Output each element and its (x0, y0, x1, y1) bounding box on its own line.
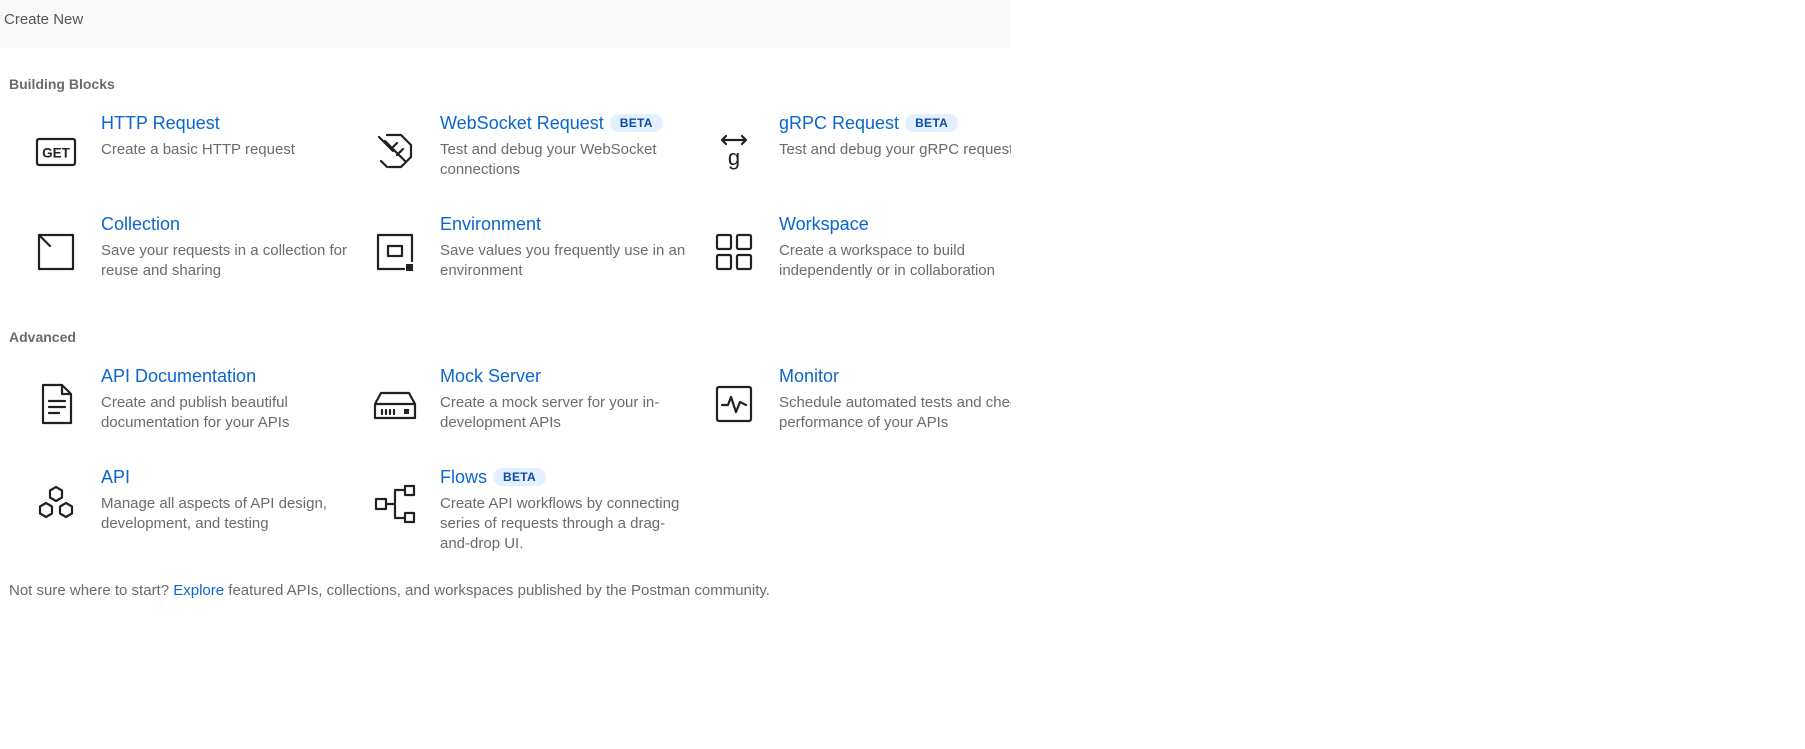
modal-header: Create New (0, 0, 1011, 48)
create-collection[interactable]: Collection Save your requests in a colle… (8, 214, 348, 310)
create-http-request[interactable]: GET HTTP Request Create a basic HTTP req… (8, 113, 348, 209)
http-request-title: HTTP Request (101, 113, 220, 133)
api-desc: Manage all aspects of API design, develo… (101, 495, 327, 532)
svg-text:g: g (728, 145, 740, 170)
mock-server-desc: Create a mock server for your in-develop… (440, 394, 660, 431)
monitor-icon (706, 376, 762, 432)
footer-prefix: Not sure where to start? (9, 582, 170, 599)
get-request-icon: GET (28, 123, 84, 179)
grpc-icon: g (706, 123, 762, 179)
websocket-request-desc: Test and debug your WebSocket connection… (440, 141, 657, 178)
beta-badge: BETA (905, 114, 959, 132)
create-monitor[interactable]: Monitor Schedule automated tests and che… (686, 366, 1011, 462)
create-api-documentation[interactable]: API Documentation Create and publish bea… (8, 366, 348, 462)
http-request-desc: Create a basic HTTP request (101, 141, 295, 158)
create-environment[interactable]: Environment Save values you frequently u… (347, 214, 687, 310)
flows-desc: Create API workflows by connecting serie… (440, 495, 680, 552)
flows-icon (367, 477, 423, 533)
api-hexagons-icon (28, 477, 84, 533)
explore-link[interactable]: Explore (173, 582, 224, 599)
grpc-request-desc: Test and debug your gRPC request (779, 141, 1011, 158)
create-new-modal: Create New Building Blocks GET HTTP Requ… (0, 0, 1011, 749)
collection-title: Collection (101, 214, 181, 234)
environment-title: Environment (440, 214, 542, 234)
workspace-title: Workspace (779, 214, 869, 234)
grpc-request-title: gRPC Request (779, 113, 900, 133)
environment-desc: Save values you frequently use in an env… (440, 242, 686, 279)
create-workspace[interactable]: Workspace Create a workspace to build in… (686, 214, 1011, 310)
create-api[interactable]: API Manage all aspects of API design, de… (8, 467, 348, 563)
workspace-desc: Create a workspace to build independentl… (779, 242, 995, 279)
flows-title: Flows (440, 467, 488, 487)
svg-text:GET: GET (42, 146, 71, 161)
create-mock-server[interactable]: Mock Server Create a mock server for you… (347, 366, 687, 462)
environment-icon (367, 224, 423, 280)
beta-badge: BETA (609, 114, 663, 132)
monitor-desc: Schedule automated tests and check perfo… (779, 394, 1011, 431)
create-flows[interactable]: Flows BETA Create API workflows by connec… (347, 467, 687, 582)
footer-suffix: featured APIs, collections, and workspac… (228, 582, 770, 599)
server-icon (367, 376, 423, 432)
api-documentation-title: API Documentation (101, 366, 257, 386)
workspace-icon (706, 224, 762, 280)
section-title-building-blocks: Building Blocks (9, 76, 115, 92)
mock-server-title: Mock Server (440, 366, 542, 386)
footer-hint: Not sure where to start? Explore feature… (9, 582, 770, 599)
modal-title: Create New (4, 11, 84, 28)
document-icon (28, 376, 84, 432)
create-websocket-request[interactable]: WebSocket Request BETA Test and debug you… (347, 113, 687, 209)
api-documentation-desc: Create and publish beautiful documentati… (101, 394, 290, 431)
api-title: API (101, 467, 131, 487)
websocket-request-title: WebSocket Request (440, 113, 604, 133)
create-grpc-request[interactable]: g gRPC Request BETA Test and debug your g… (686, 113, 1011, 209)
websocket-icon (367, 123, 423, 179)
monitor-title: Monitor (779, 366, 840, 386)
section-title-advanced: Advanced (9, 329, 76, 345)
beta-badge: BETA (493, 468, 546, 486)
collection-desc: Save your requests in a collection for r… (101, 242, 347, 279)
collection-icon (28, 224, 84, 280)
